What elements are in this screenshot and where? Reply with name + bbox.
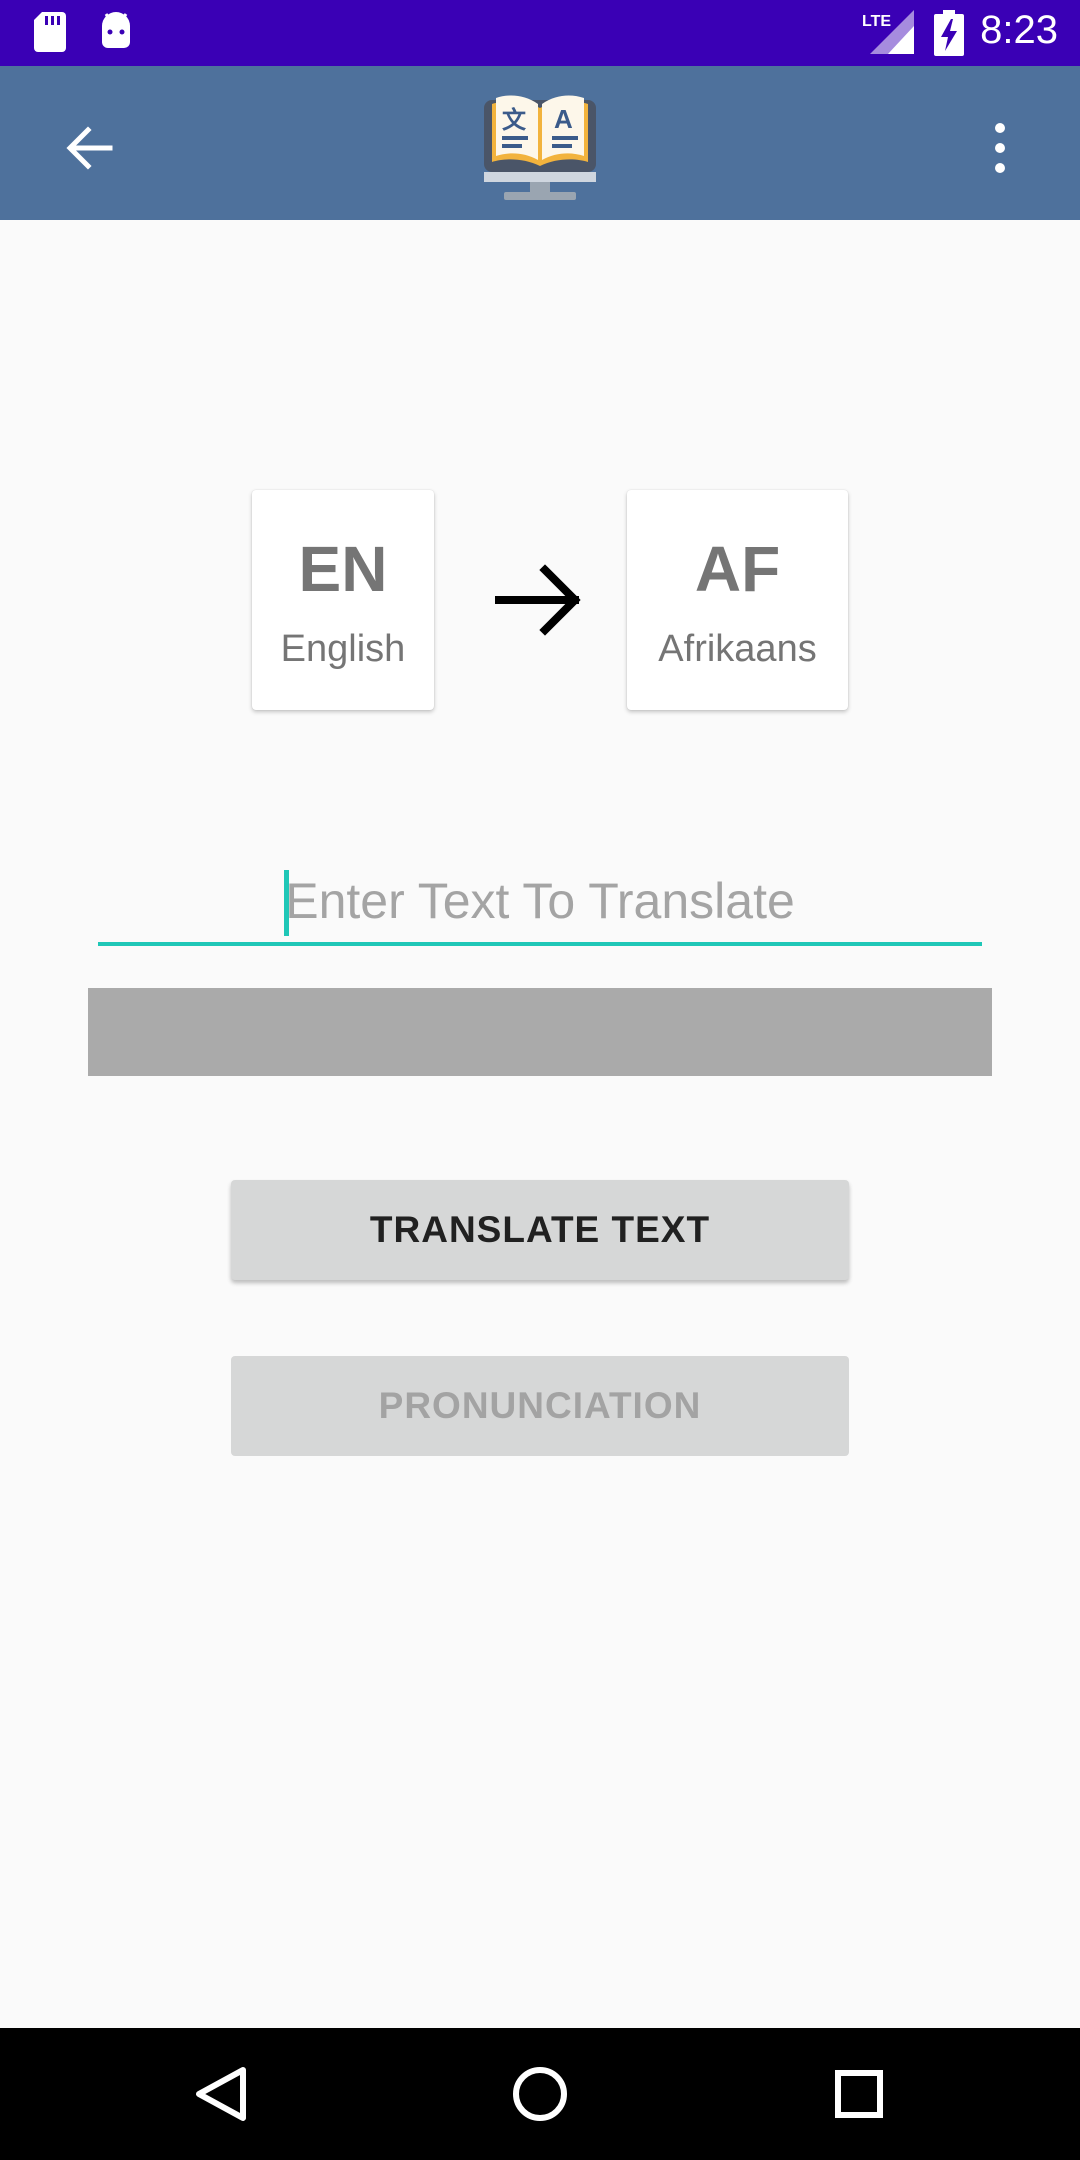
svg-text:LTE: LTE — [862, 13, 891, 30]
target-language-name: Afrikaans — [658, 628, 817, 670]
battery-charging-icon — [934, 10, 964, 56]
more-vert-icon[interactable] — [970, 108, 1030, 188]
recents-square-icon[interactable] — [819, 2054, 899, 2134]
source-language-name: English — [280, 628, 406, 670]
status-time: 8:23 — [980, 8, 1058, 52]
home-circle-icon[interactable] — [500, 2054, 580, 2134]
svg-text:文: 文 — [502, 106, 527, 134]
arrow-back-icon[interactable] — [50, 108, 130, 188]
translator-book-icon: 文 A — [484, 95, 596, 200]
target-language-code: AF — [694, 533, 781, 605]
svg-text:A: A — [554, 104, 573, 134]
status-bar: LTE 8:23 — [0, 0, 1080, 66]
back-triangle-icon[interactable] — [181, 2054, 261, 2134]
pronunciation-button[interactable]: PRONUNCIATION — [231, 1356, 849, 1456]
text-cursor — [284, 870, 289, 936]
source-language-code: EN — [298, 533, 388, 605]
android-debug-icon — [102, 12, 130, 48]
translate-text-input[interactable] — [98, 860, 982, 942]
translate-input-container — [98, 860, 982, 946]
lte-signal-icon: LTE — [862, 10, 914, 54]
translation-result-area — [88, 988, 992, 1076]
sd-card-icon — [34, 12, 66, 52]
target-language-card[interactable]: AF Afrikaans — [627, 490, 848, 710]
translate-text-button[interactable]: TRANSLATE TEXT — [231, 1180, 849, 1280]
navigation-bar — [0, 2028, 1080, 2160]
app-bar: 文 A — [0, 66, 1080, 220]
source-language-card[interactable]: EN English — [252, 490, 434, 710]
arrow-forward-icon — [495, 564, 581, 636]
